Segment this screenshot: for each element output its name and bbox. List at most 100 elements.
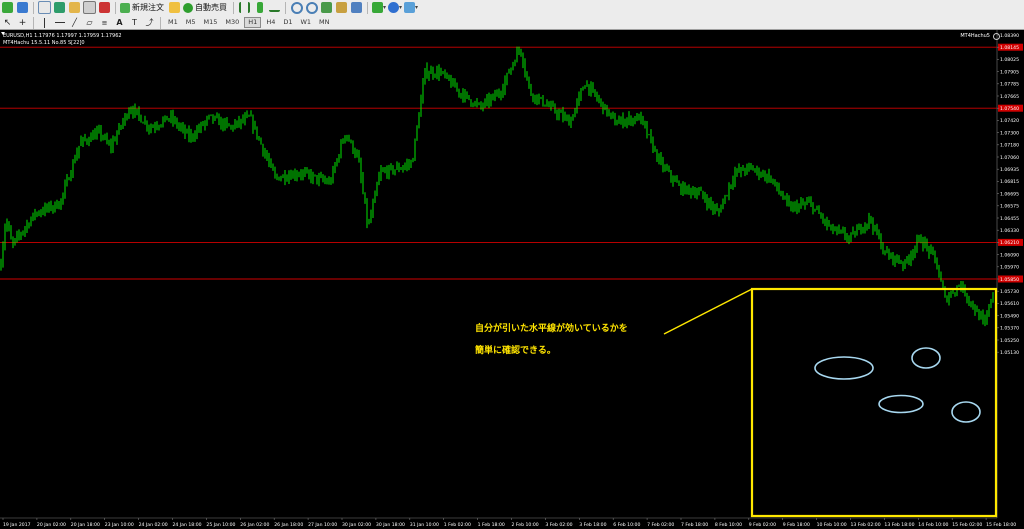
price-label: 1.07905 [1000,69,1019,75]
cursor-tool-button[interactable]: ↖ [1,16,14,29]
dropdown-arrow-icon: ▾ [415,4,419,11]
price-label: 1.07060 [1000,155,1019,161]
crosshair-tool-button[interactable]: + [16,16,29,29]
time-label: 24 Jan 02:00 [139,522,168,528]
price-label: 1.05490 [1000,313,1019,319]
timeframe-m5-button[interactable]: M5 [183,17,199,28]
zoom-in-button[interactable] [290,1,303,14]
market-watch-button[interactable] [38,1,51,14]
horizontal-line-tool-button[interactable] [53,16,66,29]
toolbar-separator [33,1,34,14]
time-label: 26 Jan 02:00 [240,522,269,528]
timeframe-w1-button[interactable]: W1 [297,17,314,28]
profiles-icon [17,2,28,13]
chart-shift-button[interactable] [335,1,348,14]
trendline-tool-button[interactable]: ╱ [68,16,81,29]
tester-button[interactable] [98,1,111,14]
data-window-icon [54,2,65,13]
navigator-button[interactable] [68,1,81,14]
price-label: 1.05850 [1000,277,1019,283]
arrow-tool-button[interactable]: ⤴ [143,16,156,29]
price-label: 1.05130 [1000,350,1019,356]
fibonacci-icon: ≡ [101,18,108,27]
toolbar-separator [233,1,234,14]
price-label: 1.05970 [1000,265,1019,271]
candlestick-icon [256,2,263,13]
toolbar-separator [285,1,286,14]
timeframe-m30-button[interactable]: M30 [222,17,242,28]
annotation-line-2: 簡単に確認できる。 [475,346,556,356]
tile-windows-button[interactable] [320,1,333,14]
timeframe-h4-button[interactable]: H4 [263,17,278,28]
text-icon: A [116,18,123,27]
periods-button[interactable]: ▾ [388,1,402,14]
time-label: 9 Feb 02:00 [749,522,776,528]
label-tool-button[interactable]: T [128,16,141,29]
new-chart-icon [2,2,13,13]
time-label: 3 Feb 18:00 [579,522,606,528]
timeframe-mn-button[interactable]: MN [316,17,332,28]
price-label: 1.06815 [1000,179,1019,185]
terminal-button[interactable] [83,1,96,14]
timeframe-d1-button[interactable]: D1 [280,17,295,28]
indicators-icon [372,2,383,13]
timeframe-h1-button[interactable]: H1 [244,17,262,28]
toolbar-row-drawing: ↖ + ╱ ▱ ≡ A T ⤴ M1 M5 M15 M30 H1 H4 D1 W1 MN [0,15,1024,30]
bar-chart-button[interactable] [238,1,251,14]
timeframe-m15-button[interactable]: M15 [201,17,221,28]
line-chart-icon [269,4,280,12]
auto-trading-button[interactable]: 自動売買 [183,1,229,14]
bar-chart-icon [239,2,250,13]
data-window-button[interactable] [53,1,66,14]
time-label: 20 Jan 02:00 [37,522,66,528]
text-tool-button[interactable]: A [113,16,126,29]
candlestick-button[interactable] [253,1,266,14]
new-chart-button[interactable] [1,1,14,14]
meta-editor-button[interactable] [168,1,181,14]
toolbar-separator [33,16,34,29]
auto-scroll-button[interactable] [350,1,363,14]
time-label: 26 Jan 18:00 [274,522,303,528]
dropdown-arrow-icon: ▾ [383,4,387,11]
time-label: 27 Jan 10:00 [308,522,337,528]
time-label: 6 Feb 10:00 [613,522,640,528]
timeframe-m1-button[interactable]: M1 [165,17,181,28]
auto-scroll-icon [351,2,362,13]
time-label: 2 Feb 10:00 [512,522,539,528]
new-order-label: 新規注文 [132,3,164,12]
time-label: 1 Feb 02:00 [444,522,471,528]
vertical-line-tool-button[interactable] [38,16,51,29]
chart-canvas[interactable]: 1.08390 1.08145 1.08025 1.07905 1.07785 1.076… [0,30,1024,529]
support-ellipse [814,356,874,380]
terminal-icon [83,1,96,14]
channel-tool-button[interactable]: ▱ [83,16,96,29]
price-label: 1.06575 [1000,204,1019,210]
price-label: 1.06455 [1000,216,1019,222]
zoom-out-button[interactable] [305,1,318,14]
toolbar-separator [367,1,368,14]
price-label: 1.07420 [1000,118,1019,124]
profiles-button[interactable] [16,1,29,14]
time-label: 3 Feb 02:00 [545,522,572,528]
price-chart[interactable]: 1.08390 1.08145 1.08025 1.07905 1.07785 1.076… [0,30,1024,529]
price-label: 1.07785 [1000,82,1019,88]
horizontal-line-icon [54,22,65,23]
price-label: 1.06695 [1000,191,1019,197]
fibonacci-tool-button[interactable]: ≡ [98,16,111,29]
price-label: 1.08145 [1000,45,1019,51]
trendline-icon: ╱ [72,18,77,27]
tile-windows-icon [321,2,332,13]
templates-button[interactable]: ▾ [404,1,418,14]
price-label: 1.05370 [1000,326,1019,332]
templates-icon [404,2,416,13]
time-label: 14 Feb 10:00 [918,522,948,528]
price-label: 1.05730 [1000,289,1019,295]
time-label: 13 Feb 02:00 [851,522,881,528]
new-order-button[interactable]: 新規注文 [120,1,166,14]
line-chart-button[interactable] [268,1,281,14]
vertical-line-icon [44,17,45,28]
toolbar-separator [115,1,116,14]
price-label: 1.07180 [1000,143,1019,149]
indicators-button[interactable]: ▾ [372,1,386,14]
time-label: 24 Jan 18:00 [173,522,202,528]
